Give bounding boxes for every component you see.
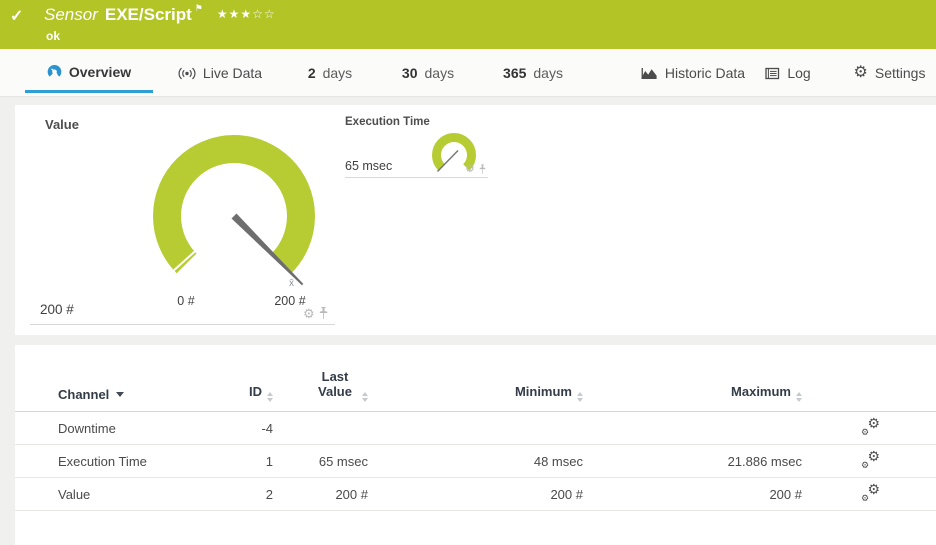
sort-toggle-icon (362, 392, 368, 402)
log-icon (765, 67, 780, 79)
col-header-label: Last Value (318, 369, 352, 399)
gauge-icon (47, 65, 62, 77)
value-current-reading: 200 # (40, 302, 74, 317)
tab-number: 2 (307, 65, 316, 81)
tab-label: Settings (874, 65, 926, 81)
tab-settings[interactable]: ⚙ Settings (843, 53, 936, 93)
value-gauge-min-label: 0 # (177, 294, 195, 308)
tab-number: 365 (503, 65, 527, 81)
stars-filled: ★★★ (216, 7, 253, 21)
cell-maximum: 21.886 msec (583, 444, 802, 478)
col-header-actions (802, 345, 936, 412)
tab-label: Historic Data (664, 65, 746, 81)
tab-30-days[interactable]: 30 days (392, 53, 464, 93)
cell-channel[interactable]: Value (15, 477, 215, 511)
sensor-title-kind: Sensor (44, 5, 98, 24)
tab-label: Log (787, 65, 811, 81)
cell-maximum (583, 411, 802, 445)
tab-log[interactable]: Log (758, 53, 818, 93)
tab-historic-data[interactable]: Historic Data (632, 53, 754, 93)
value-widget-divider (30, 324, 335, 325)
cell-actions: ⚙ ⚙ (802, 444, 936, 478)
tab-unit: days (322, 65, 353, 81)
channel-settings-icon[interactable]: ⚙ ⚙ (861, 449, 880, 470)
sort-toggle-icon (577, 392, 583, 402)
overview-gauges-panel: Value 0 # 200 # x̄ 200 # ⚙ Execution Tim… (15, 105, 936, 335)
cell-minimum: 48 msec (368, 444, 583, 478)
tab-bar: Overview Live Data 2 days 30 days 365 da… (0, 49, 936, 97)
cell-minimum (368, 411, 583, 445)
tab-unit: days (533, 65, 563, 81)
tab-unit: days (424, 65, 455, 81)
table-row-execution-time[interactable]: Execution Time 1 65 msec 48 msec 21.886 … (15, 444, 936, 478)
exectime-widget-divider (345, 177, 488, 178)
sensor-title-name: EXE/Script (104, 5, 192, 24)
widget-gear-icon[interactable]: ⚙ (465, 164, 475, 175)
col-header-label: Maximum (731, 384, 791, 399)
cell-actions: ⚙ ⚙ (802, 411, 936, 445)
col-header-id[interactable]: ID (215, 345, 273, 412)
exectime-widget-title: Execution Time (345, 116, 430, 128)
priority-stars[interactable]: ★★★☆☆ (217, 7, 276, 21)
table-row-value[interactable]: Value 2 200 # 200 # 200 # ⚙ ⚙ (15, 477, 936, 511)
col-header-label: Channel (58, 387, 110, 402)
cell-last-value: 65 msec (273, 444, 368, 478)
cell-id: 1 (215, 444, 273, 478)
tab-label: Overview (68, 63, 132, 80)
widget-pin-icon[interactable] (479, 164, 486, 175)
area-chart-icon (641, 67, 657, 79)
value-gauge (153, 135, 315, 286)
gear-icon: ⚙ (853, 64, 868, 81)
channel-settings-icon[interactable]: ⚙ ⚙ (861, 416, 880, 437)
value-widget-title: Value (45, 117, 79, 132)
stars-empty: ☆☆ (252, 7, 276, 21)
cell-id: -4 (215, 411, 273, 445)
sort-toggle-icon (267, 392, 273, 402)
cell-last-value (273, 411, 368, 445)
cell-maximum: 200 # (583, 477, 802, 511)
widget-pin-icon[interactable] (319, 307, 328, 320)
value-gauge-average-marker: x̄ (289, 278, 294, 289)
sensor-title: Sensor EXE/Script ⚑ ★★★☆☆ (44, 3, 276, 25)
exectime-current-reading: 65 msec (345, 159, 393, 173)
status-ok-check-icon: ✓ (10, 8, 24, 25)
col-header-last-value[interactable]: Last Value (273, 345, 368, 412)
tab-overview[interactable]: Overview (25, 53, 153, 93)
sort-toggle-icon (796, 392, 802, 402)
prtg-sensor-page: ✓ Sensor EXE/Script ⚑ ★★★☆☆ ok Overview Liv… (0, 0, 936, 545)
tab-live-data[interactable]: Live Data (168, 53, 272, 93)
col-header-maximum[interactable]: Maximum (583, 345, 802, 412)
cell-channel[interactable]: Execution Time (15, 444, 215, 478)
widget-gear-icon[interactable]: ⚙ (303, 307, 315, 320)
exectime-widget-tools: ⚙ (465, 164, 486, 175)
col-header-label: ID (249, 384, 262, 399)
sensor-status-header: ✓ Sensor EXE/Script ⚑ ★★★☆☆ ok (0, 0, 936, 49)
sort-desc-icon (116, 392, 125, 397)
table-row-downtime[interactable]: Downtime -4 ⚙ ⚙ (15, 411, 936, 445)
broadcast-icon (178, 67, 196, 79)
channel-settings-icon[interactable]: ⚙ ⚙ (861, 482, 880, 503)
tab-365-days[interactable]: 365 days (492, 53, 574, 93)
cell-id: 2 (215, 477, 273, 511)
col-header-channel[interactable]: Channel (15, 345, 215, 412)
channels-table-panel: Channel ID Last Value Minimum Maximum Do… (15, 345, 936, 545)
cell-minimum: 200 # (368, 477, 583, 511)
cell-actions: ⚙ ⚙ (802, 477, 936, 511)
cell-channel[interactable]: Downtime (15, 411, 215, 445)
col-header-minimum[interactable]: Minimum (368, 345, 583, 412)
tab-label: Live Data (202, 65, 263, 81)
value-widget-tools: ⚙ (303, 307, 328, 320)
col-header-label: Minimum (514, 384, 572, 399)
cell-last-value: 200 # (273, 477, 368, 511)
channels-table: Channel ID Last Value Minimum Maximum Do… (15, 345, 936, 511)
table-header-row: Channel ID Last Value Minimum Maximum (15, 345, 936, 412)
flag-icon[interactable]: ⚑ (195, 3, 203, 13)
sensor-status-text: ok (46, 29, 61, 43)
tab-2-days[interactable]: 2 days (298, 53, 362, 93)
tab-number: 30 (401, 65, 418, 81)
